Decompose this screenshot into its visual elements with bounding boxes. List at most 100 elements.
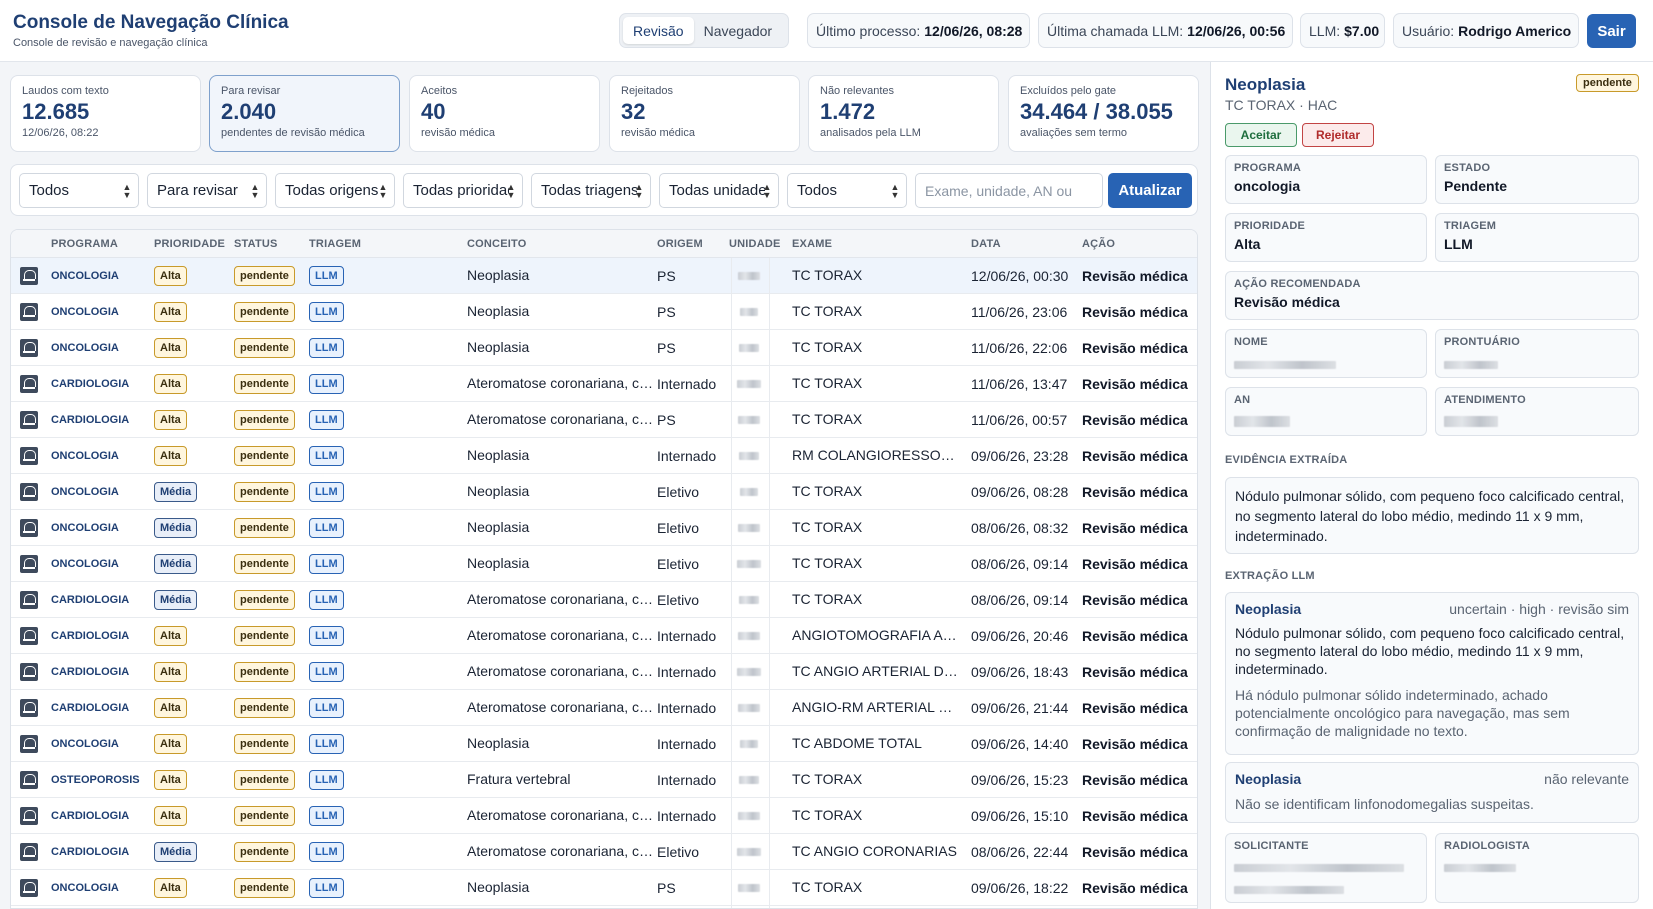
table-row[interactable]: ONCOLOGIA Alta pendente LLM Neoplasia PS TC TO…	[11, 870, 1197, 906]
xray-exam-icon	[20, 698, 38, 717]
triage-badge: LLM	[309, 481, 344, 502]
row-icon-cell	[19, 582, 39, 617]
kpi-value: 34.464 / 38.055	[1020, 99, 1173, 124]
cell-status: pendente	[234, 618, 304, 653]
table-row[interactable]: ONCOLOGIA Alta pendente LLM Neoplasia PS TC TO…	[11, 258, 1197, 294]
table-row[interactable]: CARDIOLOGIA Média pendente LLM Ateromatose c…	[11, 582, 1197, 618]
cell-conceito: Neoplasia	[467, 303, 530, 319]
col-conceito[interactable]: CONCEITO	[467, 238, 526, 250]
col-origem[interactable]: ORIGEM	[657, 238, 703, 250]
col-unidade[interactable]: UNIDADE	[729, 238, 781, 250]
reject-button[interactable]: Rejeitar	[1302, 123, 1374, 147]
row-icon-cell	[19, 690, 39, 725]
status-badge: pendente	[234, 697, 295, 718]
kpi-card-rejeitados[interactable]: Rejeitados 32 revisão médica	[609, 75, 800, 152]
priority-badge: Alta	[154, 877, 187, 898]
triage-badge: LLM	[309, 445, 344, 466]
col-programa[interactable]: PROGRAMA	[51, 238, 118, 250]
kpi-card-laudos-com-texto[interactable]: Laudos com texto 12.685 12/06/26, 08:22	[10, 75, 201, 152]
cell-exame: TC TORAX	[792, 807, 863, 823]
cell-data: 09/06/26, 21:44	[971, 699, 1069, 716]
table-row[interactable]: CARDIOLOGIA Alta pendente LLM Ateromatose co…	[11, 402, 1197, 438]
cell-conceito: Neoplasia	[467, 735, 530, 751]
cell-status: pendente	[234, 870, 304, 905]
filter-acao-select[interactable]: Todos ▲ ▼	[787, 173, 907, 208]
status-badge: pendente	[234, 841, 295, 862]
table-row[interactable]: ONCOLOGIA Alta pendente LLM Neoplasia PS TC TO…	[11, 294, 1197, 330]
cell-acao: Revisão médica	[1082, 339, 1188, 356]
col-triagem[interactable]: TRIAGEM	[309, 238, 361, 250]
table-row[interactable]: CARDIOLOGIA Alta pendente LLM Ateromatose co…	[11, 798, 1197, 834]
cell-acao: Revisão médica	[1082, 843, 1188, 860]
table-row[interactable]: CARDIOLOGIA Alta pendente LLM Ateromatose co…	[11, 690, 1197, 726]
cell-unidade-redacted	[729, 654, 769, 689]
cell-unidade-redacted	[729, 294, 769, 329]
cell-acao: Revisão médica	[1082, 771, 1188, 788]
kpi-card-aceitos[interactable]: Aceitos 40 revisão médica	[409, 75, 600, 152]
status-badge: pendente	[234, 805, 295, 826]
filter-programa-select[interactable]: Todos ▲ ▼	[19, 173, 139, 208]
col-exame[interactable]: EXAME	[792, 238, 832, 250]
cell-exame: TC TORAX	[792, 339, 863, 355]
kpi-card-nao-relevantes[interactable]: Não relevantes 1.472 analisados pela LLM	[808, 75, 999, 152]
table-row[interactable]: CARDIOLOGIA Alta pendente LLM Ateromatose co…	[11, 366, 1197, 402]
xray-exam-icon	[20, 626, 38, 645]
cell-conceito: Ateromatose coronariana, calcificação	[467, 411, 653, 427]
cell-origem: Internado	[657, 663, 717, 680]
select-value: Todas unidades	[669, 182, 765, 199]
filter-triagem-select[interactable]: Todas triagens ▲ ▼	[531, 173, 651, 208]
col-status[interactable]: STATUS	[234, 238, 278, 250]
table-row[interactable]: ONCOLOGIA Alta pendente LLM Neoplasia PS TC TO…	[11, 330, 1197, 366]
filter-prioridade-select[interactable]: Todas prioridades▲▼	[403, 173, 523, 208]
table-row[interactable]: CARDIOLOGIA Alta pendente LLM Ateromatose co…	[11, 618, 1197, 654]
table-row[interactable]: ONCOLOGIA Média pendente LLM Neoplasia Eletiv…	[11, 510, 1197, 546]
table-row[interactable]: ONCOLOGIA Média pendente LLM Neoplasia Eletiv…	[11, 474, 1197, 510]
cell-prioridade: Média	[154, 474, 229, 509]
cell-programa: CARDIOLOGIA	[51, 377, 130, 390]
status-badge: pendente	[234, 265, 295, 286]
cell-prioridade: Alta	[154, 654, 229, 689]
cell-acao: Revisão médica	[1082, 735, 1188, 752]
view-switcher: Revisão Navegador	[619, 13, 789, 48]
col-prioridade[interactable]: PRIORIDADE	[154, 238, 225, 250]
cell-status: pendente	[234, 798, 304, 833]
redacted-value	[1234, 414, 1418, 430]
last-process-value: 12/06/26, 08:28	[924, 22, 1023, 39]
llm-extraction-card[interactable]: Neoplasia uncertain · high · revisão sim…	[1225, 592, 1639, 755]
redacted-value	[1444, 859, 1630, 875]
cell-origem: Internado	[657, 375, 717, 392]
col-data[interactable]: DATA	[971, 238, 1001, 250]
priority-badge: Alta	[154, 661, 187, 682]
table-row[interactable]: OSTEOPOROSIS Alta pendente LLM Fratura verte…	[11, 762, 1197, 798]
cell-data: 08/06/26, 08:32	[971, 519, 1069, 536]
logout-button[interactable]: Sair	[1587, 14, 1636, 48]
field-value: oncologia	[1234, 178, 1301, 194]
refresh-button[interactable]: Atualizar	[1108, 173, 1192, 208]
search-input[interactable]	[915, 173, 1103, 208]
tab-revisao[interactable]: Revisão	[623, 17, 694, 44]
status-badge: pendente	[234, 661, 295, 682]
last-llm-call-label: Última chamada LLM:	[1047, 22, 1184, 39]
llm-extraction-card[interactable]: Neoplasia não relevante Não se identific…	[1225, 762, 1639, 823]
col-acao[interactable]: AÇÃO	[1082, 238, 1115, 250]
kpi-card-para-revisar[interactable]: Para revisar 2.040 pendentes de revisão mé…	[209, 75, 400, 152]
cell-conceito: Ateromatose coronariana, calcificação	[467, 375, 653, 391]
filter-origem-select[interactable]: Todas origens ▲ ▼	[275, 173, 395, 208]
table-row[interactable]: ONCOLOGIA Alta pendente LLM Neoplasia Interna…	[11, 438, 1197, 474]
filter-unidade-select[interactable]: Todas unidades ▲ ▼	[659, 173, 779, 208]
kpi-card-excluidos-gate[interactable]: Excluídos pelo gate 34.464 / 38.055 avalia…	[1008, 75, 1199, 152]
table-row[interactable]: CARDIOLOGIA Média pendente LLM Ateromatose c…	[11, 834, 1197, 870]
table-row[interactable]: CARDIOLOGIA Alta pendente LLM Ateromatose co…	[11, 654, 1197, 690]
table-row[interactable]: ONCOLOGIA Alta pendente LLM Neoplasia Interna…	[11, 726, 1197, 762]
accept-button[interactable]: Aceitar	[1225, 123, 1297, 147]
filter-estado-select[interactable]: Para revisar ▲ ▼	[147, 173, 267, 208]
table-row[interactable]: ONCOLOGIA Média pendente LLM Neoplasia Eletiv…	[11, 546, 1197, 582]
cell-triagem: LLM	[309, 798, 359, 833]
cell-status: pendente	[234, 366, 304, 401]
cell-data: 09/06/26, 14:40	[971, 735, 1069, 752]
cell-prioridade: Alta	[154, 798, 229, 833]
tab-navegador[interactable]: Navegador	[694, 17, 783, 44]
cell-status: pendente	[234, 402, 304, 437]
row-icon-cell	[19, 654, 39, 689]
priority-badge: Média	[154, 481, 198, 502]
